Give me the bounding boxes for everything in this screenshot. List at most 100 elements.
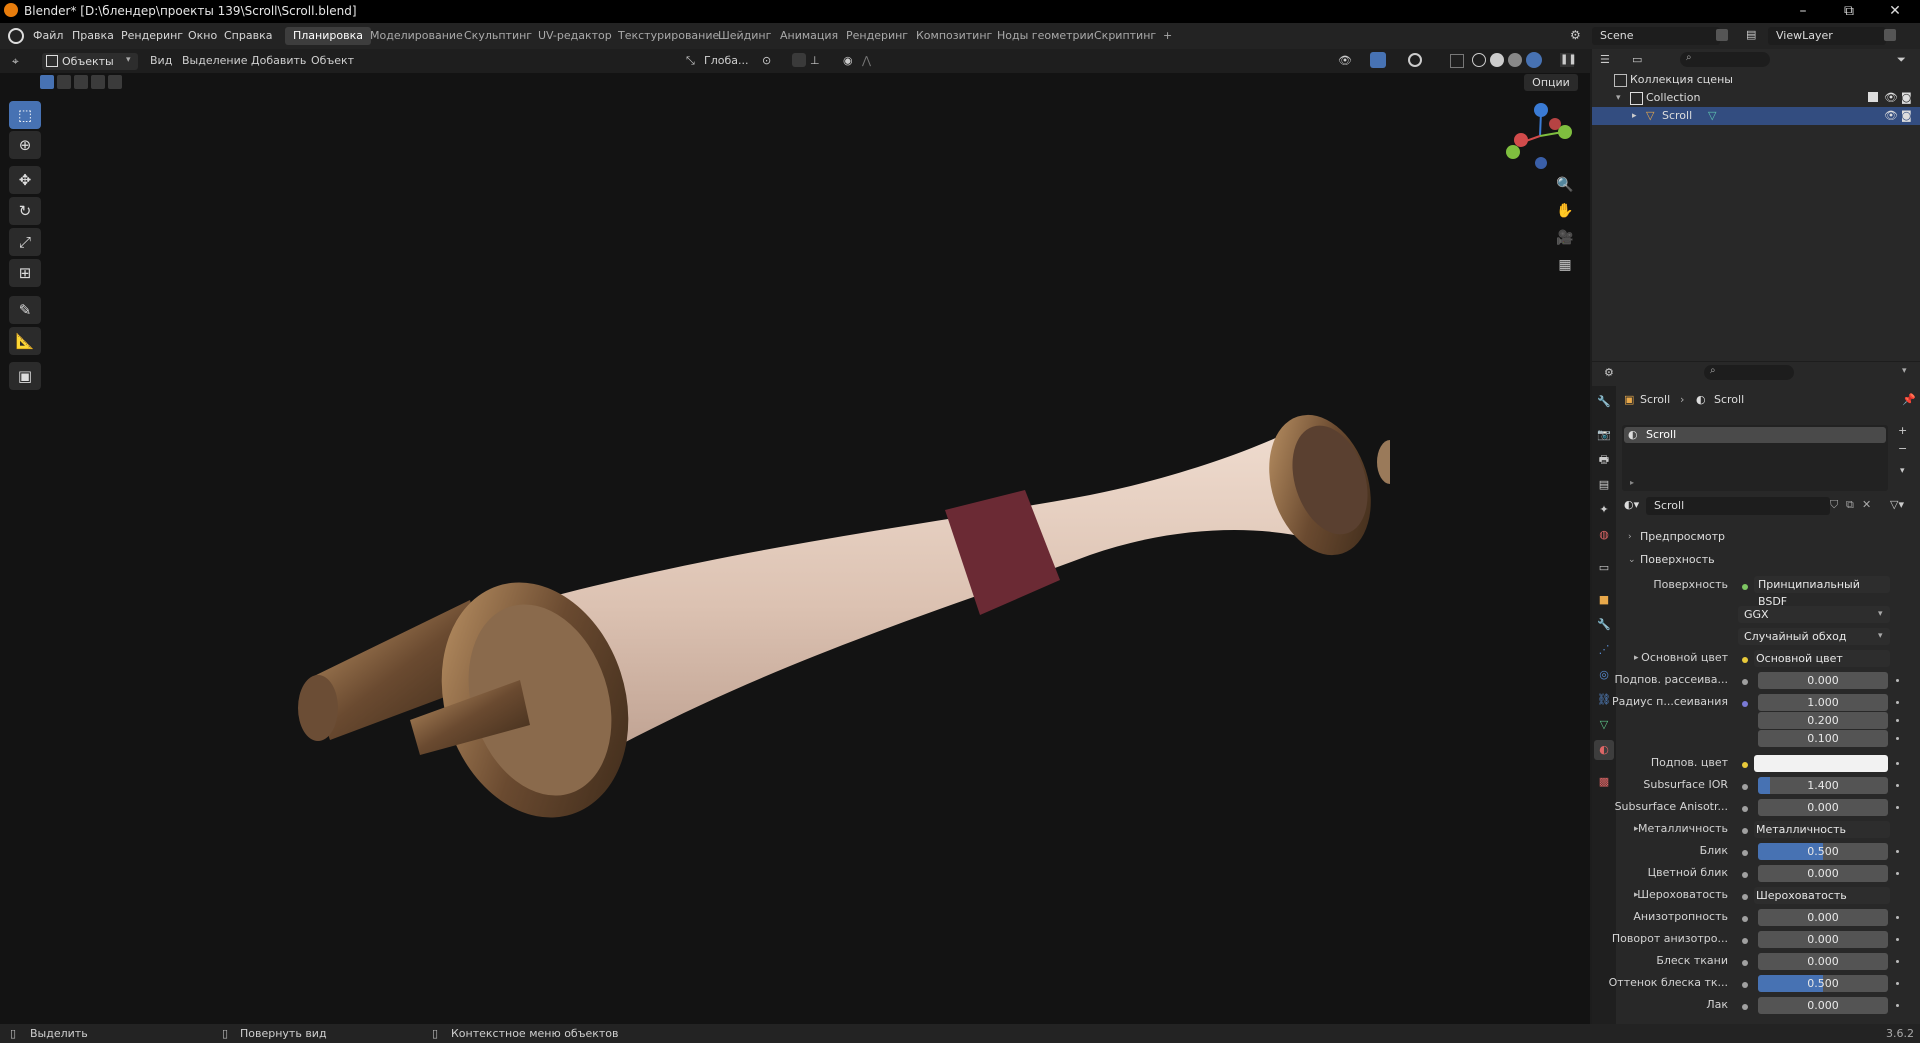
material-tab-icon[interactable]: ◐: [1594, 740, 1614, 760]
unlink-material-icon[interactable]: ✕: [1862, 498, 1871, 511]
new-view-layer-icon[interactable]: [1884, 29, 1896, 41]
duplicate-material-icon[interactable]: ⧉: [1846, 498, 1854, 512]
filter-icon[interactable]: ⏷: [1897, 53, 1906, 67]
falloff-icon[interactable]: ⋀: [862, 54, 871, 67]
annotate-tool[interactable]: ✎: [9, 296, 41, 324]
view-layer-selector[interactable]: ViewLayer: [1768, 27, 1886, 45]
transform-tool[interactable]: ⊞: [9, 259, 41, 287]
data-tab-icon[interactable]: ▽: [1594, 715, 1614, 735]
camera-icon[interactable]: 🎥: [1554, 227, 1576, 249]
subsurface-color-swatch[interactable]: [1754, 755, 1888, 772]
subsurface-radius-z-field[interactable]: 0.100: [1758, 730, 1888, 747]
slot-menu-chevron-icon[interactable]: ▾: [1900, 466, 1905, 476]
base-color-link[interactable]: Основной цвет: [1754, 650, 1890, 667]
render-tab-icon[interactable]: 📷: [1594, 425, 1614, 445]
view-layer-tab-icon[interactable]: ▤: [1594, 475, 1614, 495]
keyframe-dot-icon[interactable]: [1896, 1004, 1899, 1007]
anisotropic-rotation-field[interactable]: 0.000: [1758, 931, 1888, 948]
grid-view-icon[interactable]: ▦: [1554, 254, 1576, 276]
solid-shading-icon[interactable]: [1490, 53, 1504, 67]
collection-tab-icon[interactable]: ▭: [1594, 558, 1614, 578]
mode-selector[interactable]: Объекты ▾: [42, 53, 138, 70]
keyframe-dot-icon[interactable]: [1896, 737, 1899, 740]
orientation-selector[interactable]: Глоба...: [704, 54, 748, 67]
keyframe-dot-icon[interactable]: [1896, 719, 1899, 722]
menu-select[interactable]: Выделение: [182, 54, 248, 67]
distribution-dropdown[interactable]: GGX ▾: [1738, 606, 1890, 623]
expand-arrow-icon[interactable]: ▸: [1630, 478, 1634, 487]
material-link-icon[interactable]: ▽▾: [1890, 498, 1904, 511]
scene-icon[interactable]: ⚙: [1570, 28, 1584, 42]
tab-animation[interactable]: Анимация: [772, 27, 846, 45]
snap-icon[interactable]: [792, 53, 806, 67]
scale-tool[interactable]: ⤢: [9, 228, 41, 256]
rendered-shading-icon[interactable]: [1526, 52, 1542, 68]
anisotropic-field[interactable]: 0.000: [1758, 909, 1888, 926]
add-workspace-button[interactable]: +: [1155, 27, 1180, 45]
tab-geometry-nodes[interactable]: Ноды геометрии: [989, 27, 1102, 45]
eye-icon[interactable]: 👁: [1884, 89, 1898, 107]
cursor-tool[interactable]: ⊕: [9, 131, 41, 159]
pause-icon[interactable]: ❚❚: [1560, 53, 1577, 67]
add-slot-icon[interactable]: +: [1898, 424, 1907, 437]
overlays-icon[interactable]: [1408, 53, 1422, 67]
tool-tab-icon[interactable]: 🔧: [1594, 392, 1614, 412]
outliner-row-scroll[interactable]: ▸ ▽ Scroll ▽ 👁 ◙: [1592, 107, 1920, 125]
options-dropdown[interactable]: Опции: [1524, 74, 1578, 91]
tab-modeling[interactable]: Моделирование: [362, 27, 471, 45]
keyframe-dot-icon[interactable]: [1896, 938, 1899, 941]
surface-shader-selector[interactable]: Принципиальный BSDF: [1754, 576, 1890, 608]
view-layer-icon[interactable]: ▤: [1746, 28, 1760, 42]
eye-icon[interactable]: 👁: [1884, 107, 1898, 125]
proportional-edit-icon[interactable]: ◉: [843, 54, 853, 67]
outliner-editor-icon[interactable]: ☰: [1600, 53, 1610, 66]
keyframe-dot-icon[interactable]: [1896, 679, 1899, 682]
camera-icon[interactable]: ◙: [1901, 107, 1912, 125]
select-extend-icon[interactable]: [57, 75, 71, 89]
pin-icon[interactable]: 📌: [1902, 393, 1916, 406]
close-button[interactable]: ✕: [1872, 0, 1918, 23]
modifier-tab-icon[interactable]: 🔧: [1594, 615, 1614, 635]
tab-uv-editing[interactable]: UV-редактор: [530, 27, 620, 45]
camera-icon[interactable]: ◙: [1901, 89, 1912, 107]
gizmo-toggle-icon[interactable]: [1370, 52, 1386, 68]
select-new-icon[interactable]: [40, 75, 54, 89]
pivot-icon[interactable]: ⊙: [762, 54, 771, 67]
keyframe-dot-icon[interactable]: [1896, 762, 1899, 765]
select-intersect-icon[interactable]: [108, 75, 122, 89]
add-cube-tool[interactable]: ▣: [9, 362, 41, 390]
chevron-down-icon[interactable]: ▾: [1902, 366, 1907, 376]
zoom-icon[interactable]: 🔍: [1554, 174, 1576, 196]
particles-tab-icon[interactable]: ⋰: [1594, 640, 1614, 660]
keyframe-dot-icon[interactable]: [1896, 784, 1899, 787]
expand-arrow-icon[interactable]: ▾: [1616, 89, 1621, 107]
menu-render[interactable]: Рендеринг: [121, 29, 183, 42]
specular-slider[interactable]: 0.500: [1758, 843, 1888, 860]
preview-panel-header[interactable]: › Предпросмотр: [1622, 527, 1896, 547]
roughness-link[interactable]: Шероховатость: [1754, 887, 1890, 904]
properties-editor-icon[interactable]: ⚙: [1604, 366, 1614, 379]
metallic-link[interactable]: Металличность: [1754, 821, 1890, 838]
menu-file[interactable]: Файл: [33, 29, 63, 42]
outliner-row-collection[interactable]: ▾ Collection 👁 ◙: [1592, 89, 1920, 107]
subsurface-radius-x-field[interactable]: 1.000: [1758, 694, 1888, 711]
subsurface-radius-y-field[interactable]: 0.200: [1758, 712, 1888, 729]
material-browse-icon[interactable]: ◐▾: [1624, 498, 1639, 511]
select-box-tool[interactable]: ⬚: [9, 101, 41, 129]
surface-panel-header[interactable]: ⌄ Поверхность: [1622, 550, 1896, 570]
object-tab-icon[interactable]: ■: [1594, 590, 1614, 610]
pan-hand-icon[interactable]: ✋: [1554, 200, 1576, 222]
physics-tab-icon[interactable]: ◎: [1594, 665, 1614, 685]
scene-tab-icon[interactable]: ✦: [1594, 500, 1614, 520]
world-tab-icon[interactable]: ◍: [1594, 525, 1614, 545]
clearcoat-field[interactable]: 0.000: [1758, 997, 1888, 1014]
scroll-model[interactable]: [290, 380, 1390, 820]
tab-rendering[interactable]: Рендеринг: [838, 27, 916, 45]
specular-tint-field[interactable]: 0.000: [1758, 865, 1888, 882]
keyframe-dot-icon[interactable]: [1896, 916, 1899, 919]
texture-tab-icon[interactable]: ▩: [1594, 772, 1614, 792]
remove-slot-icon[interactable]: −: [1898, 442, 1907, 455]
expand-arrow-icon[interactable]: ▸: [1632, 107, 1637, 125]
rotate-tool[interactable]: ↻: [9, 197, 41, 225]
move-tool[interactable]: ✥: [9, 166, 41, 194]
